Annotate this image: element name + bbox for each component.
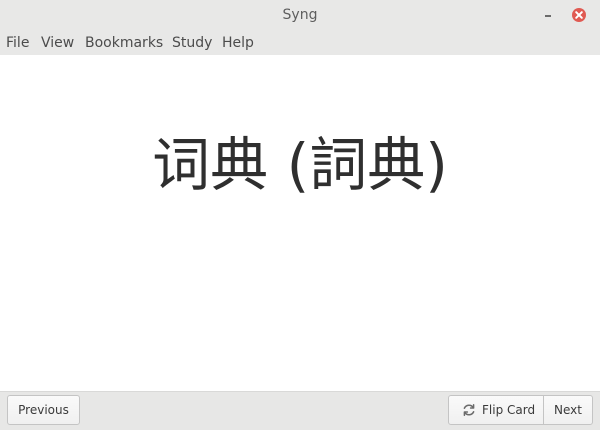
- title-bar: Syng: [0, 0, 600, 31]
- menu-help[interactable]: Help: [222, 31, 254, 55]
- flashcard-area: 词典 (詞典): [0, 55, 600, 391]
- close-button[interactable]: [570, 6, 588, 24]
- next-button[interactable]: Next: [544, 396, 592, 424]
- menu-study[interactable]: Study: [172, 31, 212, 55]
- menu-bookmarks[interactable]: Bookmarks: [85, 31, 163, 55]
- app-window: Syng File View Bookmarks Study Help 词典 (…: [0, 0, 600, 430]
- previous-button[interactable]: Previous: [7, 395, 80, 425]
- card-action-group: Flip Card Next: [448, 395, 593, 425]
- flip-card-button[interactable]: Flip Card: [449, 396, 543, 424]
- menu-view[interactable]: View: [41, 31, 74, 55]
- close-icon: [572, 8, 586, 22]
- refresh-icon: [463, 404, 475, 416]
- menu-bar: File View Bookmarks Study Help: [0, 31, 600, 55]
- minimize-button[interactable]: [538, 5, 558, 25]
- card-word: 词典 (詞典): [152, 131, 448, 199]
- bottom-toolbar: Previous Flip Card Next: [0, 391, 600, 430]
- minimize-icon: [545, 15, 551, 17]
- flip-card-label: Flip Card: [482, 403, 536, 417]
- window-title: Syng: [282, 7, 318, 23]
- menu-file[interactable]: File: [6, 31, 29, 55]
